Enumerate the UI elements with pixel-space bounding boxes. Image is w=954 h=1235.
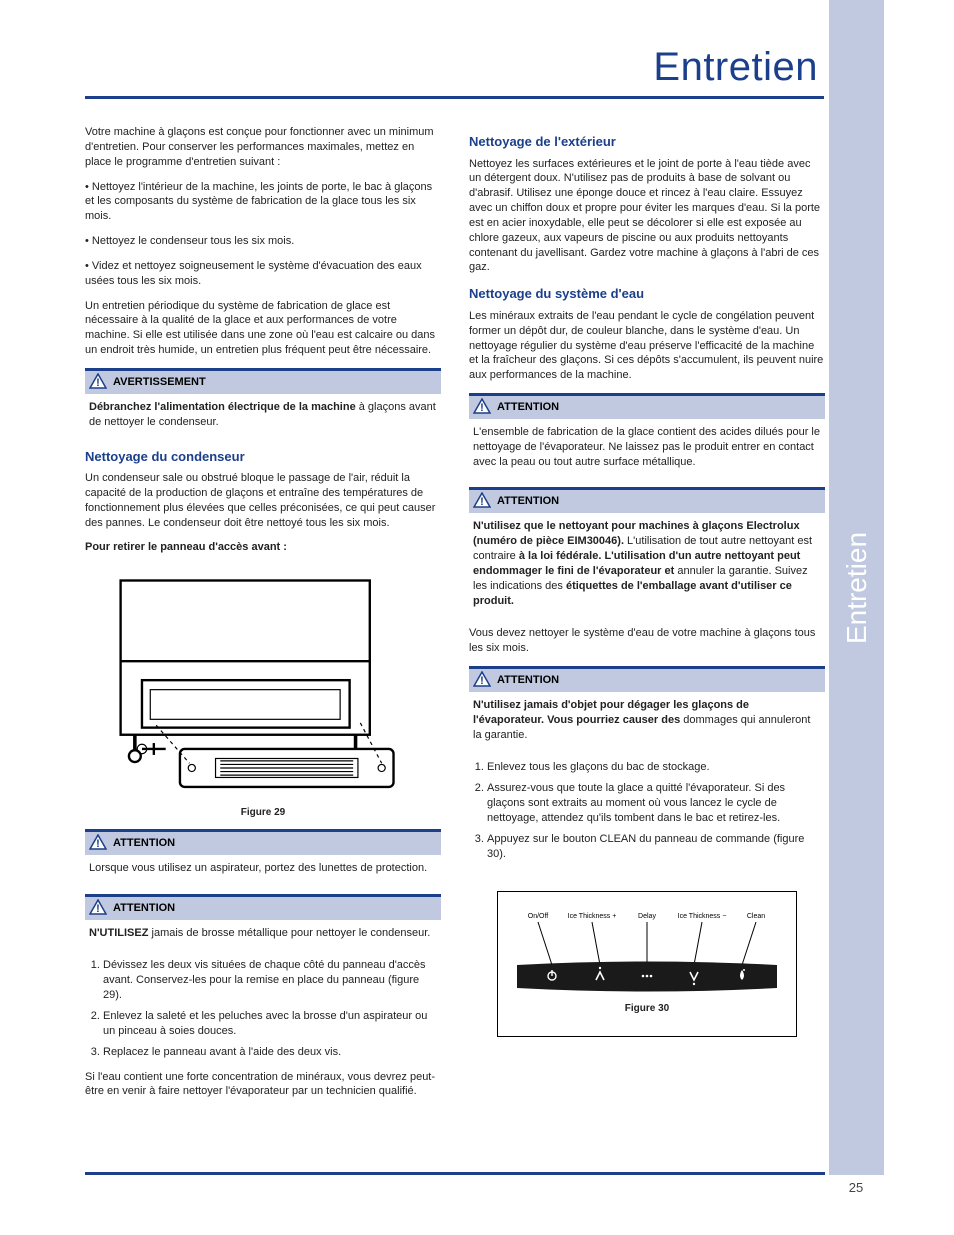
svg-text:!: ! <box>96 903 100 915</box>
callout-label: ATTENTION <box>497 674 559 686</box>
heading-exterior: Nettoyage de l'extérieur <box>469 133 825 151</box>
callout-label: ATTENTION <box>497 401 559 413</box>
figure-30-illustration: On/Off Ice Thickness + Delay Ice Thickne… <box>512 910 782 1000</box>
callout-attention-5: ! ATTENTION N'utilisez jamais d'objet po… <box>469 666 825 746</box>
callout-body: L'ensemble de fabrication de la glace co… <box>469 419 825 474</box>
warning-icon: ! <box>89 899 107 915</box>
list-item: Replacez le panneau avant à l'aide des d… <box>103 1045 441 1060</box>
warning-icon: ! <box>89 373 107 389</box>
list-item: Dévissez les deux vis situées de chaque … <box>103 958 441 1003</box>
callout-attention-1: ! ATTENTION Lorsque vous utilisez un asp… <box>85 829 441 880</box>
sys-p2: Vous devez nettoyer le système d'eau de … <box>469 626 825 656</box>
page-title: Entretien <box>85 45 824 90</box>
callout-body-strong: N'UTILISEZ <box>89 927 148 939</box>
callout-label: ATTENTION <box>113 902 175 914</box>
warning-icon: ! <box>473 671 491 687</box>
sys-p1: Les minéraux extraits de l'eau pendant l… <box>469 309 825 383</box>
heading-water-system: Nettoyage du système d'eau <box>469 285 825 303</box>
panel-label-thickplus: Ice Thickness + <box>568 913 617 920</box>
figure-29-illustration <box>85 571 441 796</box>
right-p0: Si l'eau contient une forte concentratio… <box>85 1070 441 1100</box>
svg-text:!: ! <box>96 838 100 850</box>
page-header: Entretien <box>85 45 824 105</box>
svg-text:!: ! <box>480 496 484 508</box>
list-item: Assurez-vous que toute la glace a quitté… <box>487 781 825 826</box>
sidebar-label: Entretien <box>841 531 873 643</box>
callout-body-rest: jamais de brosse métallique pour nettoye… <box>148 927 430 939</box>
panel-label-onoff: On/Off <box>528 913 549 920</box>
callout-attention-4: ! ATTENTION N'utilisez que le nettoyant … <box>469 487 825 612</box>
list-item: Appuyez sur le bouton CLEAN du panneau d… <box>487 832 825 862</box>
callout-attention-2: ! ATTENTION N'UTILISEZ jamais de brosse … <box>85 894 441 945</box>
callout-label: ATTENTION <box>113 837 175 849</box>
page-number: 25 <box>834 1180 878 1195</box>
callout-label: AVERTISSEMENT <box>113 376 206 388</box>
callout-avertissement-1: ! AVERTISSEMENT Débranchez l'alimentatio… <box>85 368 441 434</box>
intro-b2: • Nettoyez le condenseur tous les six mo… <box>85 234 441 249</box>
warning-icon: ! <box>473 398 491 414</box>
callout-body: Lorsque vous utilisez un aspirateur, por… <box>85 855 441 880</box>
right-column: Nettoyage de l'extérieur Nettoyez les su… <box>469 125 825 1109</box>
footer-rule <box>85 1172 825 1175</box>
svg-text:!: ! <box>96 377 100 389</box>
callout-body-strong: Débranchez l'alimentation électrique de … <box>89 401 356 413</box>
svg-text:!: ! <box>480 675 484 687</box>
list-item: Enlevez tous les glaçons du bac de stock… <box>487 760 825 775</box>
intro-p2: Un entretien périodique du système de fa… <box>85 299 441 358</box>
figure-29-caption: Figure 29 <box>85 806 441 820</box>
exterior-p: Nettoyez les surfaces extérieures et le … <box>469 157 825 276</box>
heading-condenser: Nettoyage du condenseur <box>85 448 441 466</box>
condenser-p: Un condenseur sale ou obstrué bloque le … <box>85 471 441 530</box>
panel-label-delay: Delay <box>638 913 656 920</box>
panel-label-thickminus: Ice Thickness − <box>678 913 727 920</box>
intro-p1: Votre machine à glaçons est conçue pour … <box>85 125 441 170</box>
header-rule <box>85 96 824 99</box>
list-item: Enlevez la saleté et les peluches avec l… <box>103 1009 441 1039</box>
svg-text:!: ! <box>480 402 484 414</box>
warning-icon: ! <box>473 492 491 508</box>
left-column: Votre machine à glaçons est conçue pour … <box>85 125 441 1109</box>
callout-label: ATTENTION <box>497 495 559 507</box>
figure-30-caption: Figure 30 <box>510 1002 784 1016</box>
warning-icon: ! <box>89 834 107 850</box>
panel-label-clean: Clean <box>747 913 765 920</box>
intro-b3: • Videz et nettoyez soigneusement le sys… <box>85 259 441 289</box>
sidebar-band: Entretien <box>829 0 884 1175</box>
callout-attention-3: ! ATTENTION L'ensemble de fabrication de… <box>469 393 825 473</box>
steps-title: Pour retirer le panneau d'accès avant : <box>85 540 441 555</box>
water-system-steps: Enlevez tous les glaçons du bac de stock… <box>487 760 825 861</box>
condenser-steps: Dévissez les deux vis situées de chaque … <box>103 958 441 1059</box>
intro-b1: • Nettoyez l'intérieur de la machine, le… <box>85 180 441 225</box>
figure-30-box: On/Off Ice Thickness + Delay Ice Thickne… <box>497 891 797 1037</box>
